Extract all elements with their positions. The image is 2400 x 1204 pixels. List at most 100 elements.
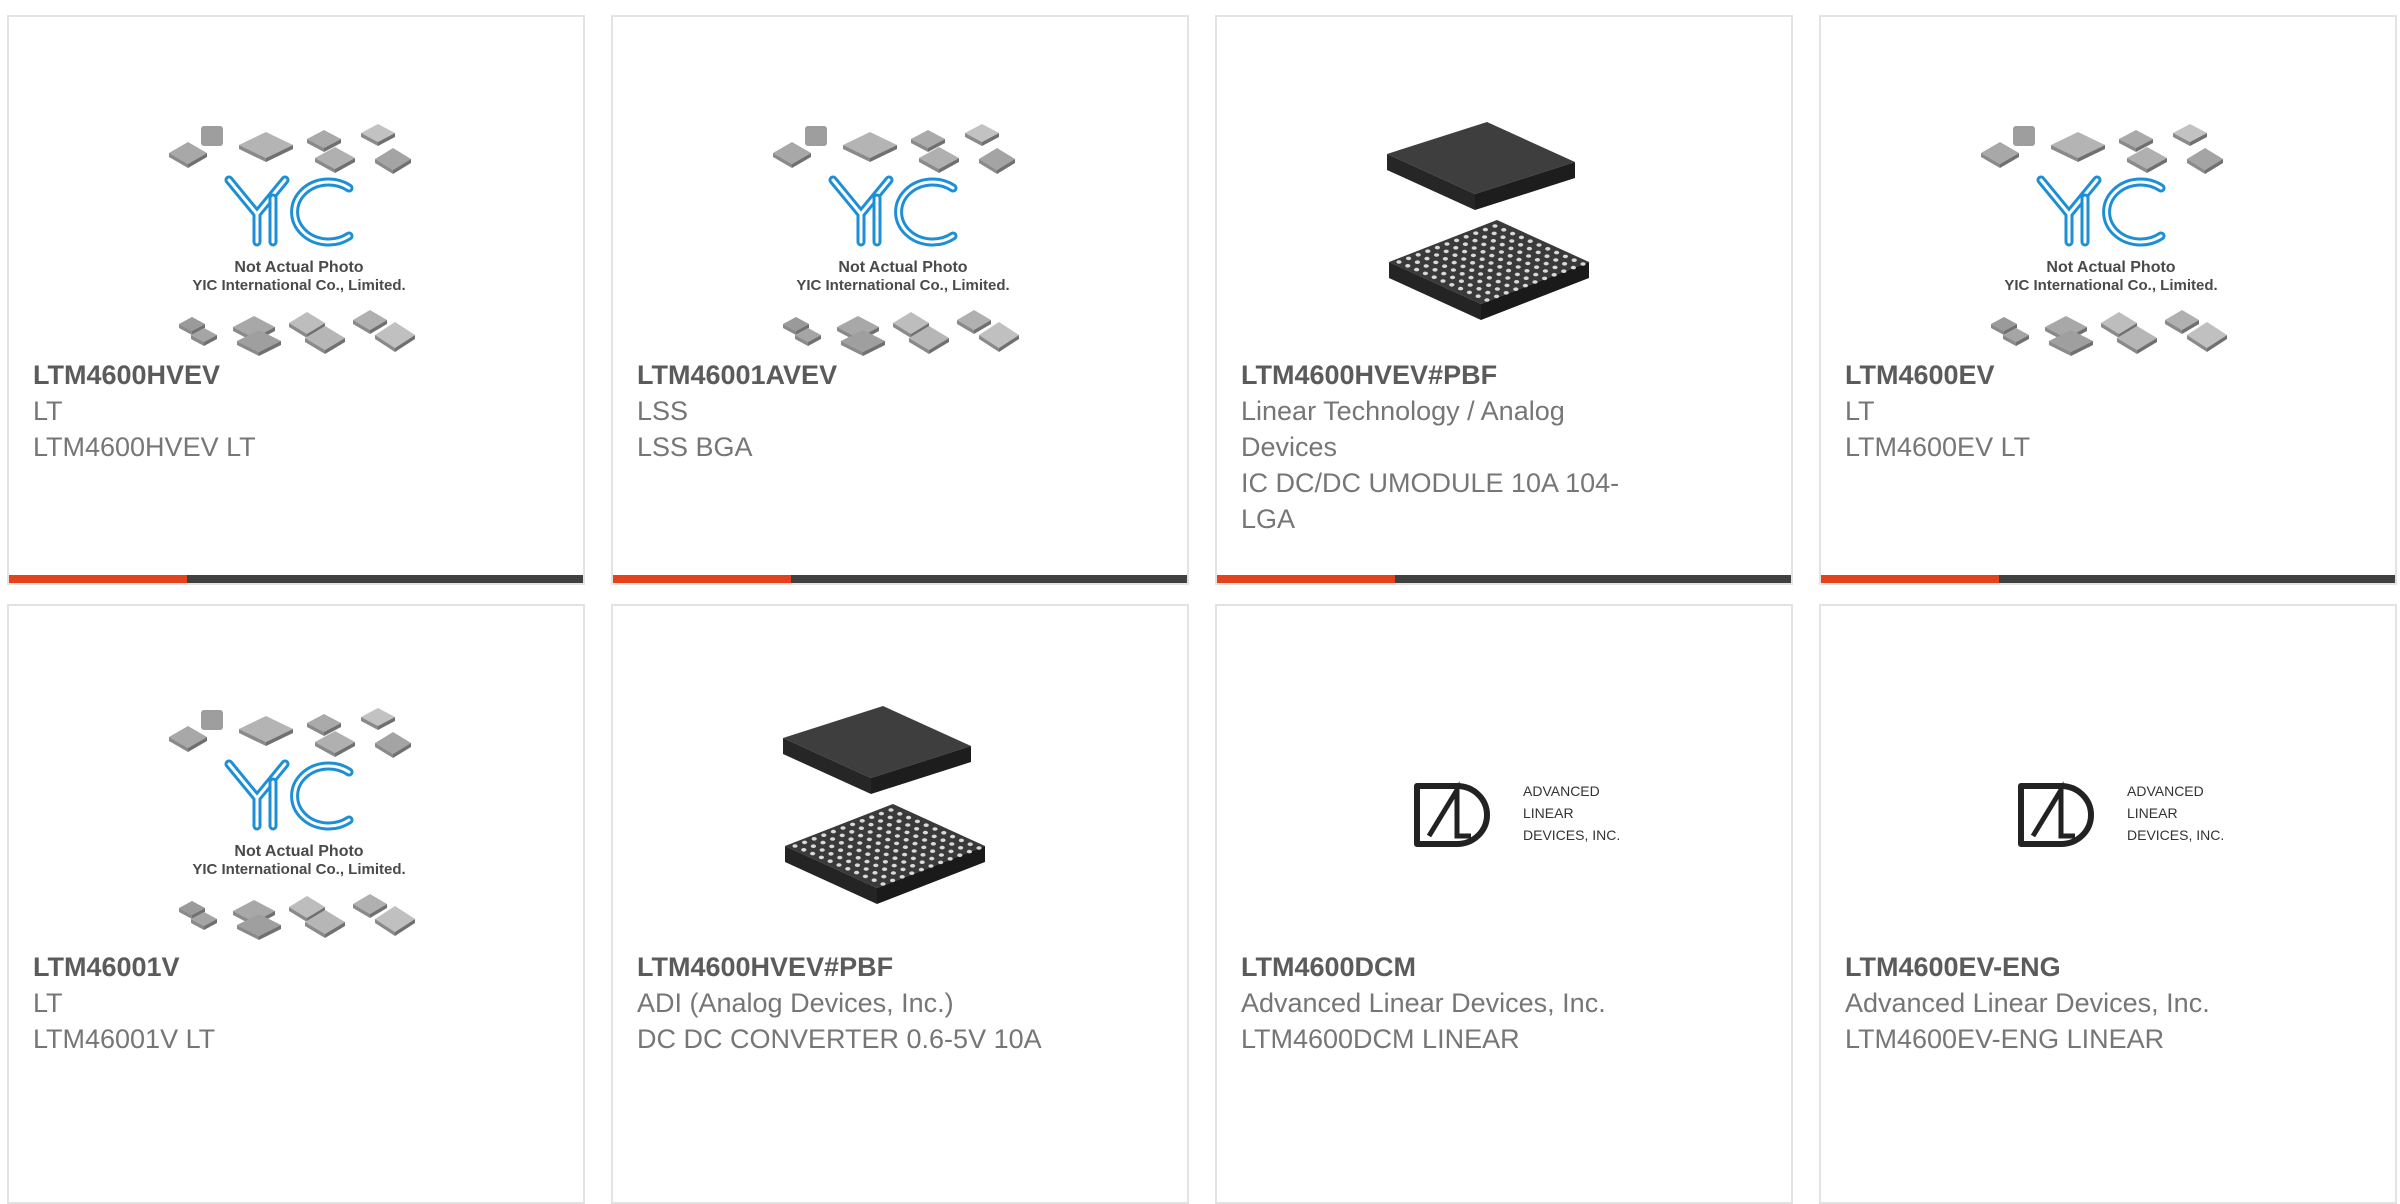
logo-caption: ADVANCED [1523,783,1600,799]
chip-icon [1981,142,2019,168]
product-info: LTM4600HVEV LT LTM4600HVEV LT [33,357,453,465]
product-info: LTM4600EV-ENG Advanced Linear Devices, I… [1845,949,2265,1057]
chip-icon [169,142,207,168]
chip-icon [2165,310,2199,334]
thumbnail-svg: ADVANCED LINEAR DEVICES, INC. [1414,781,1620,847]
product-card[interactable]: Not Actual Photo YIC International Co., L… [7,15,585,585]
chip-icon [239,716,293,746]
part-number-link[interactable]: LTM4600EV-ENG [1845,949,2265,985]
part-number-link[interactable]: LTM4600DCM [1241,949,1661,985]
manufacturer-text: LT [33,396,63,426]
part-number-link[interactable]: LTM46001V [33,949,453,985]
product-info: LTM46001AVEV LSS LSS BGA [637,357,1057,465]
logo-caption: ADVANCED [2127,783,2204,799]
product-image-placeholder[interactable]: Not Actual Photo YIC International Co., L… [139,102,459,357]
chip-icon [843,132,897,162]
description-text: LTM4600EV-ENG LINEAR [1845,1024,2165,1054]
product-image-placeholder[interactable]: Not Actual Photo YIC International Co., L… [1951,102,2271,357]
progress-bar [9,575,583,583]
product-card[interactable]: LTM4600HVEV#PBF Linear Technology / Anal… [1215,15,1793,585]
part-number-link[interactable]: LTM4600HVEV#PBF [1241,357,1661,393]
manufacturer-text: Linear Technology / Analog Devices [1241,396,1565,462]
chip-icon [2173,124,2207,146]
manufacturer-text: Advanced Linear Devices, Inc. [1241,988,1606,1018]
logo-caption: LINEAR [2127,805,2178,821]
bga-chip-icon [1387,122,1589,320]
chip-icon [315,731,355,757]
chip-icon [353,894,387,918]
product-image-ald-logo[interactable]: ADVANCED LINEAR DEVICES, INC. [1347,686,1667,941]
product-image-placeholder[interactable]: Not Actual Photo YIC International Co., L… [743,102,1063,357]
chip-icon [239,132,293,162]
part-number-link[interactable]: LTM4600EV [1845,357,2265,393]
product-card[interactable]: ADVANCED LINEAR DEVICES, INC. LTM4600DCM A… [1215,604,1793,1204]
thumbnail-svg [1387,122,1589,320]
product-image-chip[interactable] [1347,102,1667,357]
thumbnail-svg: ADVANCED LINEAR DEVICES, INC. [2018,781,2224,847]
description-text: LTM4600DCM LINEAR [1241,1024,1520,1054]
chip-icon [979,148,1015,174]
chip-icon [169,726,207,752]
thumbnail-svg: Not Actual PhotoYIC International Co., L… [169,708,415,940]
chip-icon [361,708,395,730]
yic-logo-icon [2036,175,2166,247]
progress-bar [1821,575,2395,583]
placeholder-caption: Not Actual Photo [2046,259,2175,276]
placeholder-caption: Not Actual Photo [234,259,363,276]
product-info: LTM4600DCM Advanced Linear Devices, Inc.… [1241,949,1661,1057]
placeholder-caption: Not Actual Photo [838,259,967,276]
part-number-link[interactable]: LTM4600HVEV#PBF [637,949,1057,985]
chip-icon [2187,148,2223,174]
manufacturer-text: LSS [637,396,689,426]
chip-icon [919,147,959,173]
manufacturer-text: Advanced Linear Devices, Inc. [1845,988,2210,1018]
chip-icon [201,710,223,730]
placeholder-caption: YIC International Co., Limited. [192,861,405,878]
placeholder-caption: YIC International Co., Limited. [796,277,1009,294]
product-card[interactable]: Not Actual Photo YIC International Co., L… [7,604,585,1204]
chip-icon [965,124,999,146]
product-info: LTM4600HVEV#PBF ADI (Analog Devices, Inc… [637,949,1057,1057]
part-number-link[interactable]: LTM4600HVEV [33,357,453,393]
product-card[interactable]: Not Actual Photo YIC International Co., L… [1819,15,2397,585]
progress-bar-fill [1217,575,1395,583]
product-card[interactable]: LTM4600HVEV#PBF ADI (Analog Devices, Inc… [611,604,1189,1204]
thumbnail-svg [783,706,985,904]
chip-icon [201,126,223,146]
logo-caption: LINEAR [1523,805,1574,821]
product-info: LTM4600EV LT LTM4600EV LT [1845,357,2265,465]
product-image-ald-logo[interactable]: ADVANCED LINEAR DEVICES, INC. [1951,686,2271,941]
description-text: LTM4600EV LT [1845,432,2031,462]
thumbnail-svg: Not Actual PhotoYIC International Co., L… [169,124,415,356]
progress-bar-fill [1821,575,1999,583]
yic-logo-icon [224,759,354,831]
placeholder-caption: YIC International Co., Limited. [192,277,405,294]
description-text: LTM4600HVEV LT [33,432,256,462]
description-text: IC DC/DC UMODULE 10A 104-LGA [1241,468,1620,534]
manufacturer-text: LT [33,988,63,1018]
chip-icon [957,310,991,334]
chip-icon [315,147,355,173]
logo-caption: DEVICES, INC. [2127,827,2224,843]
chip-icon [773,142,811,168]
progress-bar-fill [613,575,791,583]
product-info: LTM4600HVEV#PBF Linear Technology / Anal… [1241,357,1661,537]
chip-icon [2051,132,2105,162]
ald-logo-icon: ADVANCED LINEAR DEVICES, INC. [1414,781,1620,847]
manufacturer-text: ADI (Analog Devices, Inc.) [637,988,954,1018]
chip-icon [2127,147,2167,173]
chip-icon [805,126,827,146]
chip-icon [375,732,411,758]
product-image-chip[interactable] [743,686,1063,941]
logo-caption: DEVICES, INC. [1523,827,1620,843]
product-grid: Not Actual Photo YIC International Co., L… [0,0,2400,1204]
product-card[interactable]: Not Actual Photo YIC International Co., L… [611,15,1189,585]
part-number-link[interactable]: LTM46001AVEV [637,357,1057,393]
manufacturer-text: LT [1845,396,1875,426]
product-info: LTM46001V LT LTM46001V LT [33,949,453,1057]
progress-bar [613,575,1187,583]
product-card[interactable]: ADVANCED LINEAR DEVICES, INC. LTM4600EV-EN… [1819,604,2397,1204]
product-image-placeholder[interactable]: Not Actual Photo YIC International Co., L… [139,686,459,941]
chip-icon [2013,126,2035,146]
thumbnail-svg: Not Actual PhotoYIC International Co., L… [773,124,1019,356]
